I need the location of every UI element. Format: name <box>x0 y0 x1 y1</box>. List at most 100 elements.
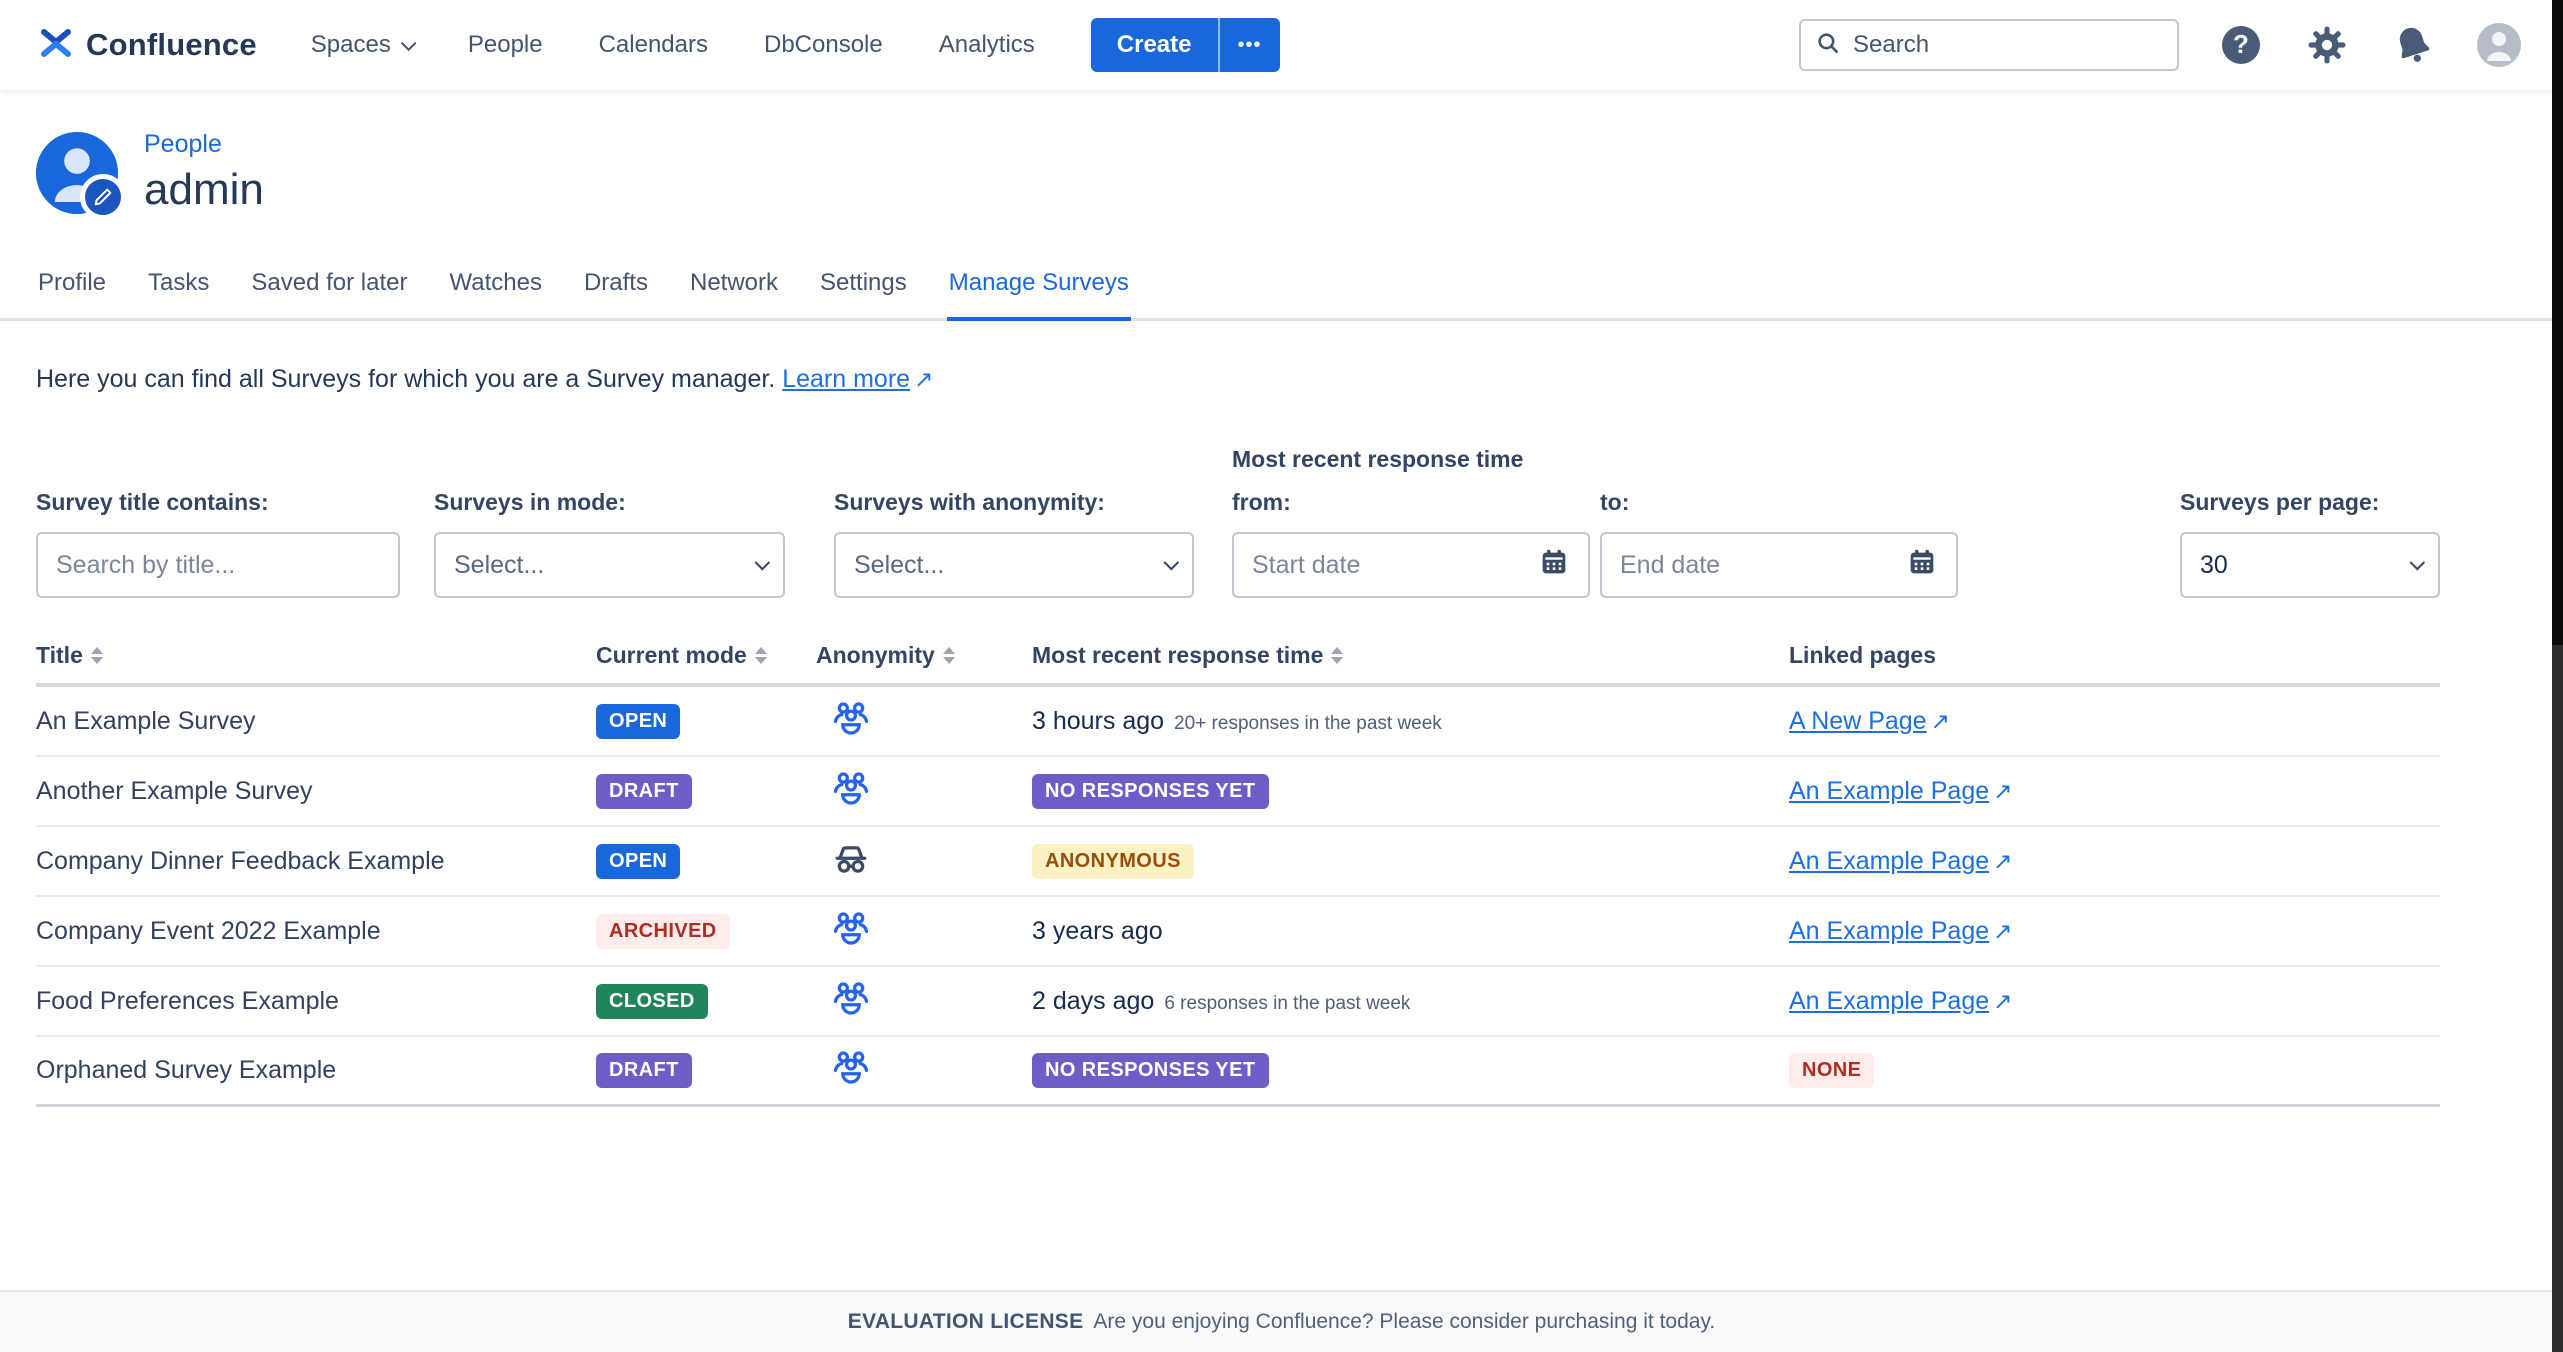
column-header-linked-pages: Linked pages <box>1789 642 2440 669</box>
column-header-title[interactable]: Title <box>36 642 596 669</box>
external-link-icon: ↗ <box>1993 988 2012 1014</box>
group-anonymity-icon <box>816 696 1032 747</box>
calendar-icon[interactable] <box>1538 546 1570 585</box>
menu-item-people[interactable]: People <box>468 31 543 59</box>
menu-item-dbconsole[interactable]: DbConsole <box>764 31 883 59</box>
none-badge: NONE <box>1789 1053 1874 1088</box>
profile-avatar[interactable] <box>36 132 118 214</box>
mode-cell: CLOSED <box>596 984 816 1019</box>
mode-cell: OPEN <box>596 844 816 879</box>
mode-filter-label: Surveys in mode: <box>434 489 785 516</box>
settings-gear-icon[interactable] <box>2303 21 2351 69</box>
surveys-table: Title Current mode Anonymity Most recent… <box>36 642 2440 1107</box>
calendar-icon[interactable] <box>1906 546 1938 585</box>
footer-message: Are you enjoying Confluence? Please cons… <box>1093 1310 1715 1334</box>
linked-page-link[interactable]: An Example Page <box>1789 777 1989 805</box>
per-page-select[interactable]: 30 <box>2180 532 2440 598</box>
response-cell: 3 years ago <box>1032 917 1789 946</box>
linked-page-cell: An Example Page↗ <box>1789 847 2440 876</box>
linked-page-cell: A New Page↗ <box>1789 707 2440 736</box>
menu-item-spaces[interactable]: Spaces <box>311 31 412 59</box>
column-header-response-time[interactable]: Most recent response time <box>1032 642 1789 669</box>
to-date-field <box>1600 532 1958 598</box>
linked-page-link[interactable]: A New Page <box>1789 707 1927 735</box>
brand-name: Confluence <box>86 27 257 63</box>
mode-cell: OPEN <box>596 704 816 739</box>
menu-item-analytics[interactable]: Analytics <box>939 31 1035 59</box>
linked-page-cell: NONE <box>1789 1053 2440 1088</box>
scrollbar-thumb[interactable] <box>2552 0 2563 645</box>
mode-cell: DRAFT <box>596 774 816 809</box>
external-link-icon: ↗ <box>1993 778 2012 804</box>
title-filter-input[interactable] <box>56 551 380 580</box>
linked-page-link[interactable]: An Example Page <box>1789 847 1989 875</box>
tab-manage-surveys[interactable]: Manage Surveys <box>947 259 1131 321</box>
chevron-down-icon <box>401 35 417 51</box>
topnav-right: ? <box>1799 19 2523 71</box>
notifications-bell-icon[interactable] <box>2389 21 2437 69</box>
tab-tasks[interactable]: Tasks <box>146 259 211 321</box>
survey-title: Orphaned Survey Example <box>36 1056 596 1085</box>
response-cell: 2 days ago6 responses in the past week <box>1032 987 1789 1016</box>
linked-page-cell: An Example Page↗ <box>1789 777 2440 806</box>
column-header-anonymity[interactable]: Anonymity <box>816 642 1032 669</box>
mode-cell: DRAFT <box>596 1053 816 1088</box>
linked-page-link[interactable]: An Example Page <box>1789 917 1989 945</box>
tab-profile[interactable]: Profile <box>36 259 108 321</box>
anonymity-select[interactable]: Select... <box>834 532 1194 598</box>
global-search[interactable] <box>1799 19 2179 71</box>
external-link-icon: ↗ <box>1931 708 1950 734</box>
create-button[interactable]: Create <box>1091 18 1218 72</box>
edit-avatar-icon[interactable] <box>80 174 126 220</box>
tab-watches[interactable]: Watches <box>447 259 543 321</box>
from-date-input[interactable] <box>1252 551 1528 580</box>
mode-cell: ARCHIVED <box>596 914 816 949</box>
external-link-icon: ↗ <box>1993 918 2012 944</box>
search-input[interactable] <box>1853 31 2163 59</box>
intro-text: Here you can find all Surveys for which … <box>36 365 2440 394</box>
chevron-down-icon <box>1164 554 1180 570</box>
linked-page-link[interactable]: An Example Page <box>1789 987 1989 1015</box>
main-menu: Spaces People Calendars DbConsole Analyt… <box>311 31 1035 59</box>
tab-network[interactable]: Network <box>688 259 780 321</box>
tab-settings[interactable]: Settings <box>818 259 909 321</box>
group-anonymity-icon <box>816 906 1032 957</box>
table-row: Another Example Survey DRAFT NO RESPONSE… <box>36 757 2440 827</box>
mode-select[interactable]: Select... <box>434 532 785 598</box>
menu-item-calendars[interactable]: Calendars <box>599 31 708 59</box>
survey-title: Company Dinner Feedback Example <box>36 847 596 876</box>
per-page-label: Surveys per page: <box>2180 489 2440 516</box>
tab-drafts[interactable]: Drafts <box>582 259 650 321</box>
confluence-logo-icon <box>38 25 74 66</box>
learn-more-link[interactable]: Learn more <box>782 365 910 393</box>
page-header: People admin <box>0 90 2563 233</box>
sort-icon <box>755 647 767 664</box>
confluence-logo[interactable]: Confluence <box>38 25 257 66</box>
survey-title: Food Preferences Example <box>36 987 596 1016</box>
tab-saved-for-later[interactable]: Saved for later <box>249 259 409 321</box>
response-cell: 3 hours ago20+ responses in the past wee… <box>1032 707 1789 736</box>
sort-icon <box>1331 647 1343 664</box>
svg-text:?: ? <box>2233 29 2249 59</box>
table-row: Orphaned Survey Example DRAFT NO RESPONS… <box>36 1037 2440 1107</box>
anonymity-filter-label: Surveys with anonymity: <box>834 489 1194 516</box>
column-header-current-mode[interactable]: Current mode <box>596 642 816 669</box>
evaluation-license-label: EVALUATION LICENSE <box>848 1310 1084 1334</box>
external-link-icon: ↗ <box>1993 848 2012 874</box>
user-avatar[interactable] <box>2475 21 2523 69</box>
vertical-scrollbar[interactable] <box>2552 0 2563 1352</box>
breadcrumb-people[interactable]: People <box>144 130 264 159</box>
page-header-text: People admin <box>144 130 264 215</box>
to-date-input[interactable] <box>1620 551 1896 580</box>
linked-page-cell: An Example Page↗ <box>1789 987 2440 1016</box>
chevron-down-icon <box>755 554 771 570</box>
help-icon[interactable]: ? <box>2217 21 2265 69</box>
create-more-button[interactable]: ••• <box>1218 18 1280 72</box>
incognito-anonymity-icon <box>816 836 1032 887</box>
from-date-field <box>1232 532 1590 598</box>
footer: EVALUATION LICENSE Are you enjoying Conf… <box>0 1290 2563 1352</box>
survey-title: Company Event 2022 Example <box>36 917 596 946</box>
create-button-group: Create ••• <box>1091 18 1280 72</box>
table-row: Company Dinner Feedback Example OPEN ANO… <box>36 827 2440 897</box>
no-responses-badge: NO RESPONSES YET <box>1032 1053 1269 1088</box>
